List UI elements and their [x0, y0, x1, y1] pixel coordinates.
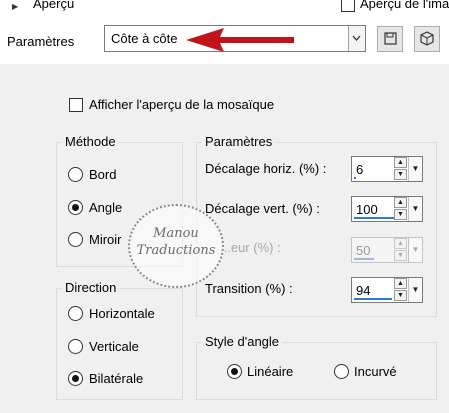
vert-offset-label: Décalage vert. (%) : — [205, 201, 320, 216]
dropdown-arrow-icon[interactable]: ▼ — [408, 197, 422, 221]
chevron-down-icon[interactable] — [348, 26, 365, 51]
direction-radio-horizontale[interactable] — [68, 306, 83, 321]
dropdown-arrow-icon: ▼ — [408, 238, 422, 262]
transition-label: Transition (%) : — [205, 281, 293, 296]
spin-down-icon[interactable]: ▼ — [394, 169, 407, 180]
horiz-offset-fill — [354, 177, 356, 179]
vert-offset-spinbox[interactable]: 100 ▲ ▼ ▼ — [351, 196, 423, 222]
save-preset-button[interactable] — [377, 26, 403, 52]
method-label-angle: Angle — [89, 200, 123, 215]
preview-label: Aperçu — [33, 0, 75, 11]
direction-label-bilaterale: Bilatérale — [89, 371, 144, 386]
corner-style-title: Style d'angle — [202, 334, 283, 349]
method-label-miroir: Miroir — [89, 232, 122, 247]
corner-label-incurve: Incurvé — [354, 364, 397, 379]
watermark-stamp: Manou Traductions — [128, 204, 224, 288]
transition-spinbox[interactable]: 94 ▲ ▼ ▼ — [351, 277, 423, 303]
dropdown-arrow-icon[interactable]: ▼ — [408, 157, 422, 181]
corner-radio-incurve[interactable] — [334, 364, 349, 379]
angle-size-value: 50 — [356, 243, 371, 258]
direction-label-horizontale: Horizontale — [89, 306, 155, 321]
spin-up-icon: ▲ — [394, 238, 407, 249]
transition-value: 94 — [356, 283, 371, 298]
spin-up-icon[interactable]: ▲ — [394, 197, 407, 208]
angle-size-spinbox: 50 ▲ ▼ ▼ — [351, 237, 423, 263]
watermark-line1: Manou — [153, 226, 199, 241]
method-radio-bord[interactable] — [68, 167, 83, 182]
transition-fill — [354, 298, 392, 300]
expand-triangle-icon[interactable]: ▶ — [12, 2, 18, 11]
horiz-offset-label: Décalage horiz. (%) : — [205, 161, 327, 176]
annotation-arrow-icon — [186, 28, 294, 52]
spin-down-icon[interactable]: ▼ — [394, 209, 407, 220]
watermark-line2: Traductions — [136, 243, 216, 258]
top-toolbar: ▶ Aperçu Aperçu de l'ima Paramètres Côte… — [0, 0, 449, 64]
vert-offset-value: 100 — [356, 202, 378, 217]
angle-size-label: ...eur (%) : — [220, 240, 281, 255]
method-label-bord: Bord — [89, 167, 117, 182]
spin-up-icon[interactable]: ▲ — [394, 157, 407, 168]
vert-offset-fill — [354, 217, 394, 219]
angle-size-fill — [354, 258, 374, 260]
direction-radio-verticale[interactable] — [68, 339, 83, 354]
params-label: Paramètres — [7, 34, 75, 49]
corner-label-lineaire: Linéaire — [247, 364, 294, 379]
mosaic-preview-checkbox[interactable] — [69, 98, 83, 112]
params-title: Paramètres — [202, 134, 276, 149]
reset-preset-button[interactable] — [414, 26, 440, 52]
spin-up-icon[interactable]: ▲ — [394, 278, 407, 289]
direction-label-verticale: Verticale — [89, 339, 139, 354]
cube-icon — [420, 31, 434, 46]
method-radio-miroir[interactable] — [68, 232, 83, 247]
horiz-offset-value: 6 — [356, 162, 364, 177]
spin-down-icon[interactable]: ▼ — [394, 290, 407, 301]
image-preview-label: Aperçu de l'ima — [360, 0, 449, 11]
dropdown-arrow-icon[interactable]: ▼ — [408, 278, 422, 302]
preset-value: Côte à côte — [111, 31, 178, 46]
corner-radio-lineaire[interactable] — [227, 364, 242, 379]
spin-down-icon: ▼ — [394, 250, 407, 261]
image-preview-checkbox[interactable] — [341, 0, 355, 12]
method-title: Méthode — [62, 134, 119, 149]
mosaic-preview-label: Afficher l'aperçu de la mosaïque — [89, 97, 275, 112]
direction-title: Direction — [62, 280, 120, 295]
method-radio-angle[interactable] — [68, 200, 83, 215]
direction-radio-bilaterale[interactable] — [68, 371, 83, 386]
floppy-disk-icon — [384, 32, 397, 45]
horiz-offset-spinbox[interactable]: 6 ▲ ▼ ▼ — [351, 156, 423, 182]
